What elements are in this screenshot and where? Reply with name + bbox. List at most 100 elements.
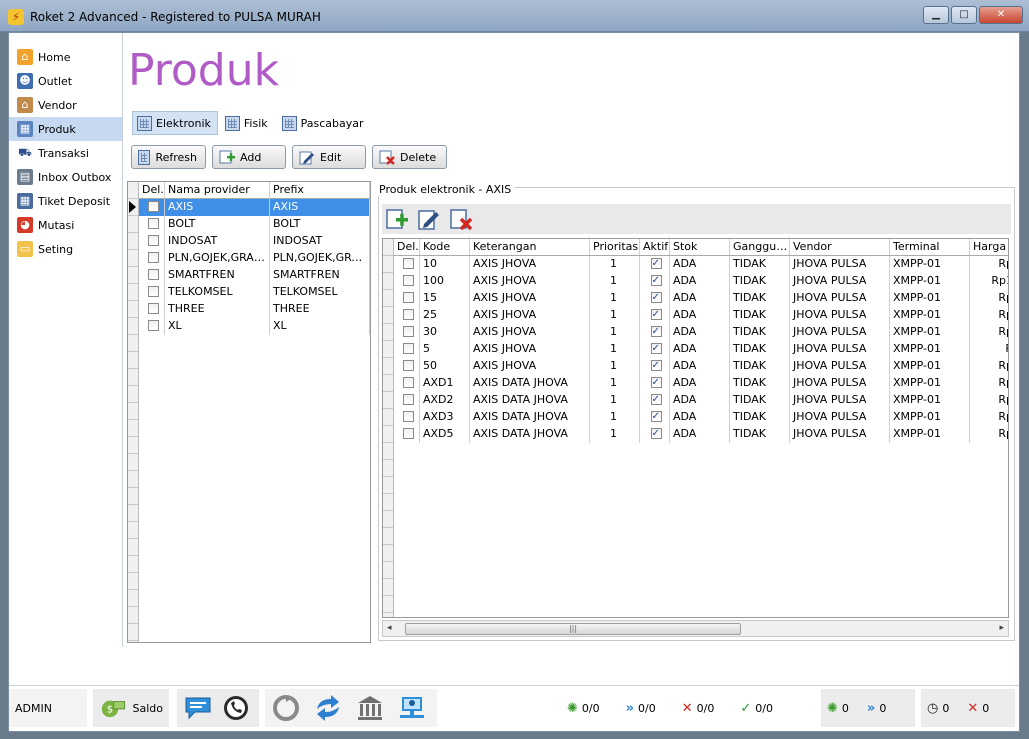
header-stok[interactable]: Stok [670,239,730,255]
header-aktif[interactable]: Aktif [640,239,670,255]
aktif-cell[interactable] [640,307,670,324]
header-kode[interactable]: Kode [420,239,470,255]
transfer-icon[interactable] [313,693,343,723]
sidebar-item-mutasi[interactable]: ◕ Mutasi [9,213,122,237]
table-row[interactable]: 15AXIS JHOVA1 ADATIDAKJHOVA PULSAXMPP-01 R… [394,290,1008,307]
header-del[interactable]: Del. [394,239,420,255]
aktif-checkbox[interactable] [650,256,662,272]
header-terminal[interactable]: Terminal [890,239,970,255]
aktif-cell[interactable] [640,290,670,307]
row-header[interactable] [128,267,138,284]
row-header[interactable] [128,182,138,199]
close-button[interactable]: ✕ [979,6,1023,24]
table-row[interactable]: 25AXIS JHOVA1 ADATIDAKJHOVA PULSAXMPP-01 R… [394,307,1008,324]
sidebar-item-produk[interactable]: ▦ Produk [9,117,122,141]
del-cell[interactable] [394,358,420,375]
aktif-cell[interactable] [640,256,670,273]
row-header[interactable] [383,256,393,273]
table-row[interactable]: AXIS AXIS [139,199,370,216]
delete-checkbox[interactable] [402,428,414,439]
delete-button[interactable]: Delete [372,145,447,169]
row-header[interactable] [383,460,393,477]
row-header[interactable] [128,386,138,403]
saldo-button[interactable]: $ Saldo [93,689,169,727]
aktif-cell[interactable] [640,358,670,375]
del-cell[interactable] [394,392,420,409]
del-cell[interactable] [394,409,420,426]
scrollbar-thumb[interactable]: ||| [405,623,741,635]
row-header[interactable] [383,273,393,290]
row-header[interactable] [128,301,138,318]
aktif-checkbox[interactable] [650,375,662,391]
row-header[interactable] [128,505,138,522]
header-keterangan[interactable]: Keterangan [470,239,590,255]
aktif-cell[interactable] [640,375,670,392]
del-cell[interactable] [394,307,420,324]
row-header[interactable] [383,290,393,307]
sidebar-item-outlet[interactable]: ☻ Outlet [9,69,122,93]
tab-fisik[interactable]: Fisik [220,111,275,135]
del-cell[interactable] [394,324,420,341]
header-gangguan[interactable]: Gangguan [730,239,790,255]
delete-checkbox[interactable] [402,326,414,337]
del-cell[interactable] [139,284,165,301]
row-header[interactable] [128,454,138,471]
row-header[interactable] [383,239,393,256]
row-header[interactable] [128,403,138,420]
delete-checkbox[interactable] [402,360,414,371]
scroll-left-icon[interactable]: ◂ [387,623,392,633]
row-header[interactable] [128,369,138,386]
refresh-button[interactable]: Refresh [131,145,206,169]
whatsapp-icon[interactable] [221,694,251,722]
sidebar-item-tiket-deposit[interactable]: ▦ Tiket Deposit [9,189,122,213]
del-cell[interactable] [139,267,165,284]
delete-checkbox[interactable] [402,411,414,422]
delete-checkbox[interactable] [402,377,414,388]
aktif-cell[interactable] [640,324,670,341]
row-header[interactable] [128,420,138,437]
table-row[interactable]: 100AXIS JHOVA1 ADATIDAKJHOVA PULSAXMPP-01… [394,273,1008,290]
scroll-right-icon[interactable]: ▸ [999,623,1004,633]
network-icon[interactable] [397,693,427,723]
row-header[interactable] [128,284,138,301]
row-header[interactable] [383,494,393,511]
delete-checkbox[interactable] [147,201,159,212]
del-cell[interactable] [139,216,165,233]
row-header[interactable] [383,545,393,562]
row-header[interactable] [383,579,393,596]
table-row[interactable]: XL XL [139,318,370,335]
delete-checkbox[interactable] [402,292,414,303]
delete-checkbox[interactable] [147,269,159,280]
delete-checkbox[interactable] [147,320,159,331]
row-header[interactable] [128,437,138,454]
aktif-checkbox[interactable] [650,273,662,289]
del-cell[interactable] [139,233,165,250]
delete-checkbox[interactable] [147,286,159,297]
row-header[interactable] [128,573,138,590]
del-cell[interactable] [394,256,420,273]
table-row[interactable]: BOLT BOLT [139,216,370,233]
row-header[interactable] [128,216,138,233]
tab-elektronik[interactable]: Elektronik [132,111,218,135]
row-header[interactable] [383,528,393,545]
row-header[interactable] [383,392,393,409]
delete-checkbox[interactable] [147,218,159,229]
table-row[interactable]: AXD3AXIS DATA JHOVA1 ADATIDAKJHOVA PULSAX… [394,409,1008,426]
del-cell[interactable] [139,318,165,335]
header-prioritas[interactable]: Prioritas [590,239,640,255]
table-row[interactable]: AXD5AXIS DATA JHOVA1 ADATIDAKJHOVA PULSAX… [394,426,1008,443]
edit-product-icon[interactable] [417,207,441,231]
sidebar-item-vendor[interactable]: ⌂ Vendor [9,93,122,117]
delete-checkbox[interactable] [147,303,159,314]
del-cell[interactable] [394,426,420,443]
del-cell[interactable] [394,375,420,392]
sidebar-item-inbox-outbox[interactable]: ▤ Inbox Outbox [9,165,122,189]
row-header[interactable] [128,522,138,539]
table-row[interactable]: 30AXIS JHOVA1 ADATIDAKJHOVA PULSAXMPP-01 R… [394,324,1008,341]
delete-checkbox[interactable] [402,394,414,405]
row-header[interactable] [383,511,393,528]
row-header[interactable] [128,250,138,267]
aktif-checkbox[interactable] [650,358,662,374]
row-header[interactable] [128,607,138,624]
aktif-checkbox[interactable] [650,392,662,408]
